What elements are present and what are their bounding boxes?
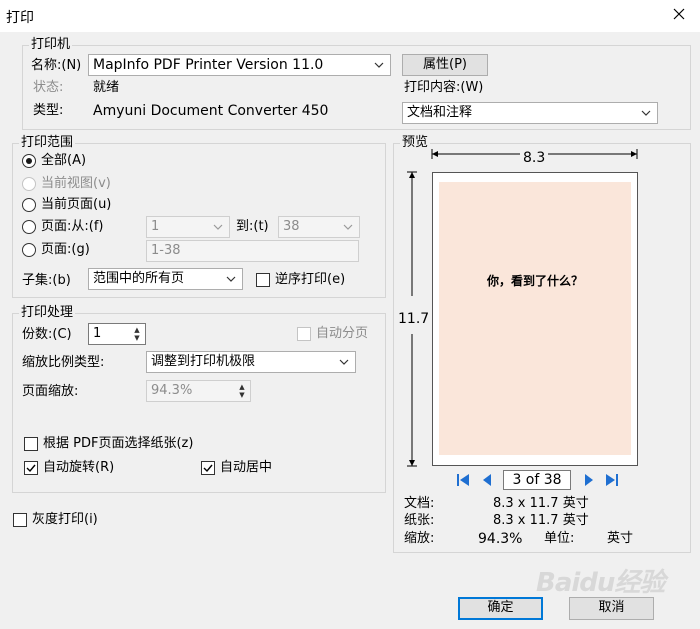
preview-scale-label: 缩放: xyxy=(404,531,435,546)
radio-current-view[interactable] xyxy=(22,177,36,191)
print-content-value: 文档和注释 xyxy=(407,105,473,120)
to-page-select[interactable]: 38 xyxy=(278,216,360,238)
dialog-title: 打印 xyxy=(6,10,34,26)
first-page-icon[interactable] xyxy=(454,471,472,489)
radio-all-label[interactable]: 全部(A) xyxy=(41,153,86,169)
preview-width-label: 8.3 xyxy=(520,150,549,166)
preview-height-label: 11.7 xyxy=(398,311,430,327)
auto-rotate-checkbox[interactable] xyxy=(24,461,38,475)
print-content-select[interactable]: 文档和注释 xyxy=(402,102,658,124)
ok-button[interactable]: 确定 xyxy=(458,597,543,620)
radio-pages-from[interactable] xyxy=(22,220,36,234)
choose-paper-checkbox[interactable] xyxy=(24,437,38,451)
subset-value: 范围中的所有页 xyxy=(93,271,185,286)
copies-value: 1 xyxy=(93,326,102,341)
auto-center-label[interactable]: 自动居中 xyxy=(220,460,272,476)
next-page-icon[interactable] xyxy=(580,471,598,489)
page-indicator[interactable]: 3 of 38 xyxy=(503,470,571,490)
to-label: 到:(t) xyxy=(236,219,269,234)
unit-value: 英寸 xyxy=(607,531,634,546)
radio-pages[interactable] xyxy=(22,243,36,257)
doc-size-value: 8.3 x 11.7 英寸 xyxy=(493,496,589,511)
chevron-down-icon xyxy=(211,220,225,234)
type-value: Amyuni Document Converter 450 xyxy=(93,103,329,119)
auto-rotate-label[interactable]: 自动旋转(R) xyxy=(43,460,114,476)
print-content-label: 打印内容:(W) xyxy=(404,80,484,95)
scaling-type-label: 缩放比例类型: xyxy=(22,355,105,370)
radio-pages-from-label[interactable]: 页面:从:(f) xyxy=(41,219,103,235)
radio-current-page[interactable] xyxy=(22,198,36,212)
pages-input[interactable]: 1-38 xyxy=(146,240,359,262)
title-bar xyxy=(0,0,700,32)
preview-page-text: 你，看到了什么？ xyxy=(486,274,583,288)
page-zoom-stepper[interactable]: 94.3% ▲ ▼ xyxy=(146,380,251,402)
unit-label: 单位: xyxy=(544,531,575,546)
properties-button[interactable]: 属性(P) xyxy=(402,54,488,76)
from-page-value: 1 xyxy=(151,219,160,234)
copies-label: 份数:(C) xyxy=(22,327,72,342)
grayscale-label[interactable]: 灰度打印(i) xyxy=(32,512,98,528)
from-page-select[interactable]: 1 xyxy=(146,216,230,238)
last-page-icon[interactable] xyxy=(603,471,621,489)
subset-label: 子集:(b) xyxy=(22,273,71,288)
preview-page: 你，看到了什么？ xyxy=(432,172,638,466)
scaling-type-select[interactable]: 调整到打印机极限 xyxy=(146,351,356,373)
paper-size-value: 8.3 x 11.7 英寸 xyxy=(493,513,589,528)
status-value: 就绪 xyxy=(93,80,120,95)
printer-name-label: 名称:(N) xyxy=(31,58,82,73)
radio-current-view-label[interactable]: 当前视图(v) xyxy=(41,176,111,192)
printer-name-value: MapInfo PDF Printer Version 11.0 xyxy=(93,57,324,73)
scaling-type-value: 调整到打印机极限 xyxy=(151,354,256,369)
status-label: 状态: xyxy=(33,80,64,95)
spin-arrows-icon[interactable]: ▲ ▼ xyxy=(132,326,142,342)
radio-current-page-label[interactable]: 当前页面(u) xyxy=(41,197,111,213)
chevron-down-icon xyxy=(372,58,386,72)
reverse-print-label[interactable]: 逆序打印(e) xyxy=(275,272,345,288)
grayscale-checkbox[interactable] xyxy=(13,513,27,527)
paper-size-label: 纸张: xyxy=(404,513,435,528)
baidu-watermark: Baidu经验 xyxy=(536,568,665,598)
choose-paper-label[interactable]: 根据 PDF页面选择纸张(z) xyxy=(43,436,193,452)
doc-size-label: 文档: xyxy=(404,496,435,511)
reverse-print-checkbox[interactable] xyxy=(256,273,270,287)
type-label: 类型: xyxy=(33,103,64,118)
spin-arrows-icon[interactable]: ▲ ▼ xyxy=(237,383,247,399)
printer-name-select[interactable]: MapInfo PDF Printer Version 11.0 xyxy=(88,54,391,76)
radio-all[interactable] xyxy=(22,154,36,168)
copies-stepper[interactable]: 1 ▲ ▼ xyxy=(88,323,146,345)
page-zoom-value: 94.3% xyxy=(151,383,193,398)
collate-checkbox[interactable] xyxy=(297,327,311,341)
radio-pages-label[interactable]: 页面:(g) xyxy=(41,242,90,258)
page-zoom-label: 页面缩放: xyxy=(22,384,79,399)
preview-scale-value: 94.3% xyxy=(478,531,523,547)
cancel-button[interactable]: 取消 xyxy=(569,597,654,620)
close-icon[interactable] xyxy=(668,3,690,25)
print-handling-label: 打印处理 xyxy=(21,305,74,320)
preview-page-content: 你，看到了什么？ xyxy=(439,182,631,455)
printer-group-label: 打印机 xyxy=(31,37,71,52)
chevron-down-icon xyxy=(337,355,351,369)
to-page-value: 38 xyxy=(283,219,300,234)
collate-label[interactable]: 自动分页 xyxy=(316,326,368,342)
subset-select[interactable]: 范围中的所有页 xyxy=(88,268,243,290)
chevron-down-icon xyxy=(224,272,238,286)
print-range-label: 打印范围 xyxy=(21,135,74,150)
chevron-down-icon xyxy=(341,220,355,234)
prev-page-icon[interactable] xyxy=(478,471,496,489)
auto-center-checkbox[interactable] xyxy=(201,461,215,475)
chevron-down-icon xyxy=(639,106,653,120)
